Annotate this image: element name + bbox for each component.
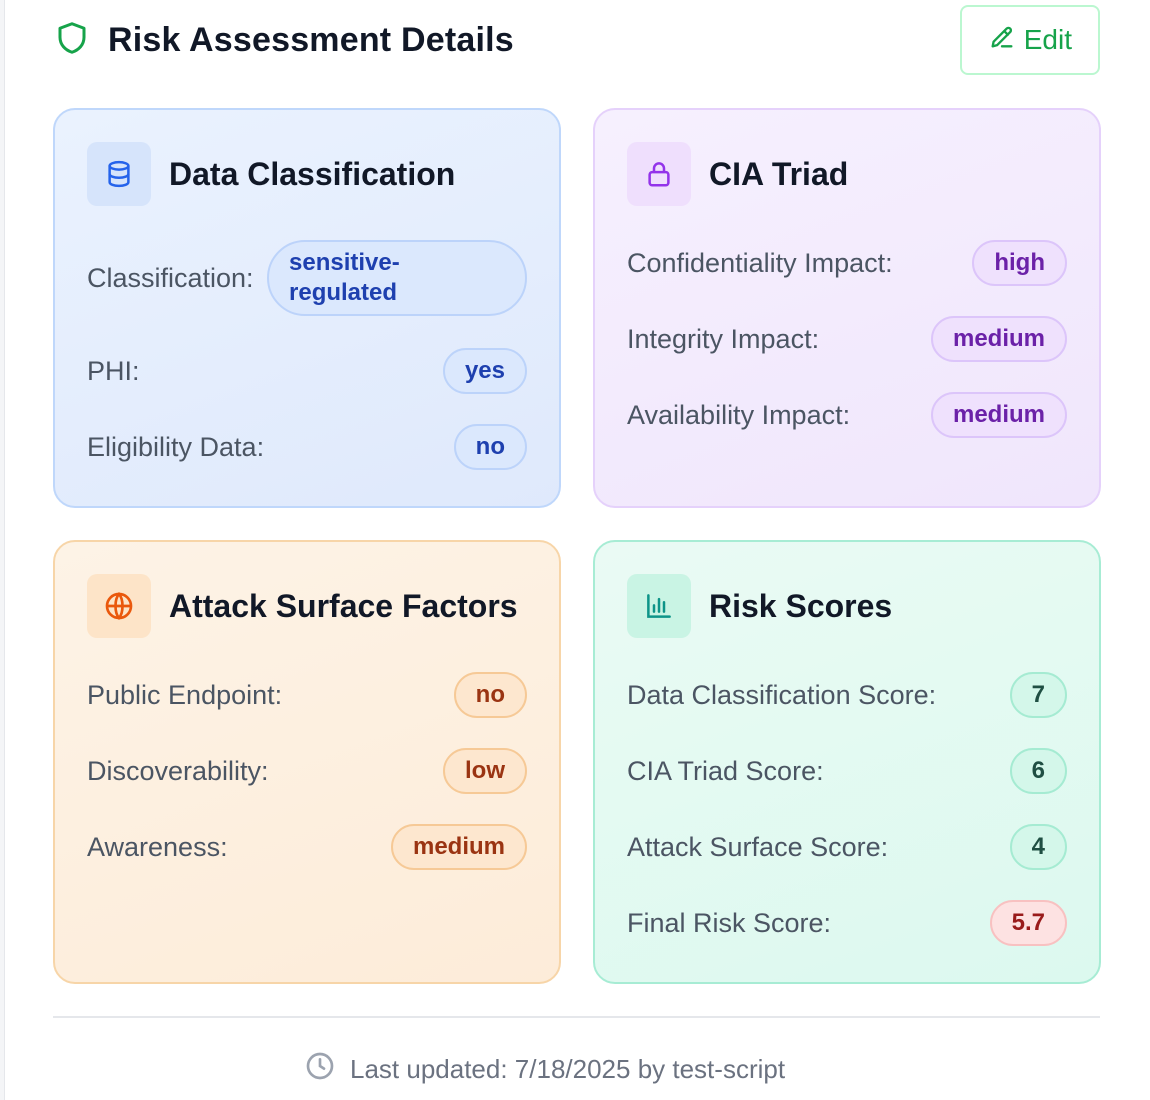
globe-icon	[87, 574, 151, 638]
classification-badge: sensitive-regulated	[267, 240, 527, 316]
row-label: CIA Triad Score:	[627, 755, 824, 786]
integrity-row: Integrity Impact: medium	[627, 316, 1067, 362]
integrity-badge: medium	[930, 316, 1067, 362]
cia-triad-score-row: CIA Triad Score: 6	[627, 748, 1067, 794]
attack-surface-score-row: Attack Surface Score: 4	[627, 824, 1067, 870]
row-label: Classification:	[87, 262, 254, 293]
row-label: Availability Impact:	[627, 399, 851, 430]
confidentiality-badge: high	[972, 240, 1067, 286]
card-title: Risk Scores	[709, 587, 893, 624]
attack-surface-card: Attack Surface Factors Public Endpoint: …	[53, 540, 561, 984]
score-badge: 7	[1009, 672, 1067, 718]
card-title: CIA Triad	[709, 155, 849, 192]
row-label: Integrity Impact:	[627, 323, 820, 354]
cia-triad-card: CIA Triad Confidentiality Impact: high I…	[593, 108, 1101, 508]
card-header: CIA Triad	[627, 142, 848, 206]
row-label: Final Risk Score:	[627, 907, 832, 938]
shield-icon	[54, 20, 90, 61]
awareness-badge: medium	[390, 824, 527, 870]
title-group: Risk Assessment Details	[54, 20, 514, 61]
card-header: Attack Surface Factors	[87, 574, 518, 638]
phi-badge: yes	[442, 348, 527, 394]
edit-button[interactable]: Edit	[959, 5, 1100, 75]
card-title: Data Classification	[169, 155, 456, 192]
panel-header: Risk Assessment Details Edit	[54, 4, 1100, 76]
clock-icon	[304, 1050, 336, 1089]
row-label: Public Endpoint:	[87, 679, 283, 710]
final-risk-score-badge: 5.7	[989, 900, 1067, 946]
card-header: Data Classification	[87, 142, 455, 206]
last-updated-text: Last updated: 7/18/2025 by test-script	[350, 1054, 786, 1084]
row-label: Data Classification Score:	[627, 679, 937, 710]
discoverability-row: Discoverability: low	[87, 748, 527, 794]
final-risk-score-row: Final Risk Score: 5.7	[627, 900, 1067, 946]
availability-badge: medium	[930, 392, 1067, 438]
last-updated: Last updated: 7/18/2025 by test-script	[304, 1050, 785, 1089]
classification-row: Classification: sensitive-regulated	[87, 240, 527, 316]
pencil-icon	[988, 23, 1016, 58]
public-endpoint-row: Public Endpoint: no	[87, 672, 527, 718]
score-badge: 4	[1009, 824, 1067, 870]
card-title: Attack Surface Factors	[169, 587, 518, 624]
public-endpoint-badge: no	[453, 672, 527, 718]
phi-row: PHI: yes	[87, 348, 527, 394]
eligibility-row: Eligibility Data: no	[87, 424, 527, 470]
lock-icon	[627, 142, 691, 206]
row-label: Confidentiality Impact:	[627, 247, 893, 278]
eligibility-badge: no	[453, 424, 527, 470]
row-label: Attack Surface Score:	[627, 831, 889, 862]
bar-chart-icon	[627, 574, 691, 638]
score-badge: 6	[1009, 748, 1067, 794]
card-header: Risk Scores	[627, 574, 892, 638]
data-classification-score-row: Data Classification Score: 7	[627, 672, 1067, 718]
footer-divider	[53, 1016, 1100, 1018]
row-label: Discoverability:	[87, 755, 269, 786]
row-label: Awareness:	[87, 831, 228, 862]
availability-row: Availability Impact: medium	[627, 392, 1067, 438]
row-label: Eligibility Data:	[87, 431, 265, 462]
row-label: PHI:	[87, 355, 140, 386]
page-title: Risk Assessment Details	[108, 20, 514, 59]
edit-button-label: Edit	[1023, 24, 1072, 55]
discoverability-badge: low	[443, 748, 527, 794]
confidentiality-row: Confidentiality Impact: high	[627, 240, 1067, 286]
awareness-row: Awareness: medium	[87, 824, 527, 870]
risk-scores-card: Risk Scores Data Classification Score: 7…	[593, 540, 1101, 984]
database-icon	[87, 142, 151, 206]
data-classification-card: Data Classification Classification: sens…	[53, 108, 561, 508]
